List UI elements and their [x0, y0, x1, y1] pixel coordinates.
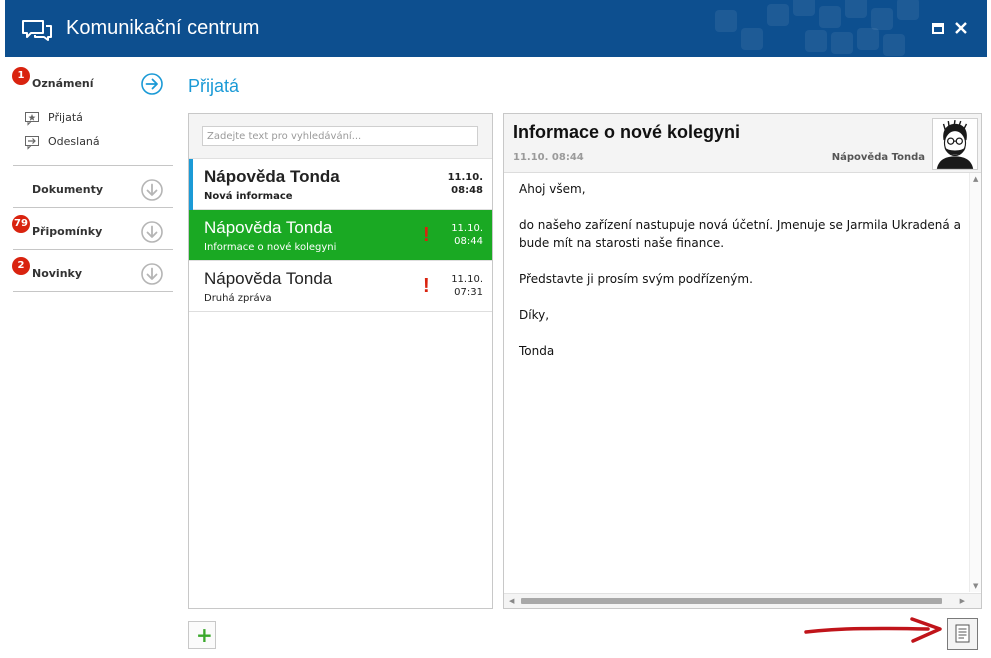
add-label: + [196, 623, 213, 647]
section-novinky[interactable]: 2 Novinky [12, 251, 173, 291]
vertical-scrollbar[interactable]: ▲ ▼ [969, 173, 981, 592]
message-row[interactable]: Nápověda Tonda Druhá zpráva ! 11.10. 07:… [189, 261, 492, 312]
sidebar: 1 Oznámení Přijatá Odeslaná Dokumenty 79… [0, 57, 180, 658]
message-row[interactable]: Nápověda Tonda Nová informace 11.10. 08:… [189, 159, 492, 210]
unread-indicator [189, 159, 193, 210]
folder-title: Přijatá [188, 76, 240, 96]
arrow-down-circle-icon[interactable] [141, 221, 163, 243]
priority-flag-icon: ! [423, 275, 430, 297]
scroll-up-icon[interactable]: ▲ [973, 175, 978, 183]
document-icon [955, 624, 970, 643]
section-dokumenty[interactable]: Dokumenty [13, 167, 173, 207]
chat-bubbles-icon [22, 20, 52, 41]
section-dokumenty-label: Dokumenty [32, 183, 104, 196]
search-bar [189, 114, 492, 159]
section-pripominky-header[interactable]: 79 Připomínky [12, 209, 173, 249]
message-sender: Nápověda Tonda [204, 218, 333, 237]
section-pripominky[interactable]: 79 Připomínky [12, 209, 173, 249]
divider [13, 291, 173, 292]
divider [13, 165, 173, 166]
body-paragraph: Představte ji prosím svým podřízeným. [519, 272, 753, 286]
message-subject: Druhá zpráva [204, 293, 272, 304]
close-icon[interactable] [953, 20, 969, 36]
message-time: 08:44 [454, 236, 483, 247]
message-title: Informace o nové kolegyni [513, 122, 741, 142]
annotation-arrow-icon [804, 617, 942, 643]
sidebar-item-prijata-label: Přijatá [48, 111, 83, 124]
search-input[interactable] [202, 126, 478, 146]
pripominky-badge: 79 [12, 215, 30, 233]
scroll-right-icon[interactable]: ▶ [960, 597, 965, 605]
section-oznameni-label: Oznámení [32, 77, 94, 90]
section-pripominky-label: Připomínky [32, 225, 103, 238]
message-date: 11.10. [447, 172, 483, 183]
title-bar-decoration [577, 0, 919, 57]
section-oznameni-header[interactable]: 1 Oznámení [12, 61, 173, 101]
message-date: 11.10. [451, 223, 483, 234]
message-sender: Nápověda Tonda [204, 269, 333, 288]
message-header: Informace o nové kolegyni 11.10. 08:44 N… [504, 114, 981, 173]
title-bar: Komunikační centrum [5, 0, 987, 57]
window-title: Komunikační centrum [66, 17, 260, 39]
arrow-right-circle-icon[interactable] [141, 73, 163, 95]
body-paragraph: Ahoj všem, [519, 182, 586, 196]
scroll-left-icon[interactable]: ◀ [509, 597, 514, 605]
maximize-icon[interactable] [930, 20, 946, 36]
section-novinky-label: Novinky [32, 267, 83, 280]
message-subject: Nová informace [204, 191, 293, 202]
message-from: Nápověda Tonda [831, 152, 925, 163]
scroll-thumb[interactable] [521, 598, 942, 604]
priority-flag-icon: ! [423, 224, 430, 246]
message-time: 08:48 [451, 185, 483, 196]
message-body: Ahoj všem, do našeho zařízení nastupuje … [519, 180, 964, 378]
novinky-badge: 2 [12, 257, 30, 275]
arrow-down-circle-icon[interactable] [141, 263, 163, 285]
reading-pane: Informace o nové kolegyni 11.10. 08:44 N… [503, 113, 982, 609]
message-row[interactable]: Nápověda Tonda Informace o nové kolegyni… [189, 210, 492, 261]
body-paragraph: Tonda [519, 344, 555, 358]
section-novinky-header[interactable]: 2 Novinky [12, 251, 173, 291]
inbox-star-icon [25, 112, 39, 126]
message-datetime: 11.10. 08:44 [513, 152, 584, 163]
body-paragraph: Díky, [519, 308, 550, 322]
divider [13, 249, 173, 250]
message-sender: Nápověda Tonda [204, 167, 340, 186]
add-button[interactable]: + [188, 621, 216, 649]
document-button[interactable] [947, 618, 978, 650]
section-dokumenty-header[interactable]: Dokumenty [13, 167, 173, 207]
scroll-down-icon[interactable]: ▼ [973, 582, 978, 590]
outbox-arrow-icon [25, 136, 39, 150]
message-time: 07:31 [454, 287, 483, 298]
message-date: 11.10. [451, 274, 483, 285]
sidebar-item-odeslana-label: Odeslaná [48, 135, 100, 148]
message-list: Nápověda Tonda Nová informace 11.10. 08:… [188, 113, 493, 609]
avatar [932, 118, 978, 170]
body-paragraph: do našeho zařízení nastupuje nová účetní… [519, 218, 961, 250]
horizontal-scrollbar[interactable]: ◀ ▶ [504, 593, 981, 608]
section-oznameni[interactable]: 1 Oznámení [12, 61, 173, 101]
message-subject: Informace o nové kolegyni [204, 242, 337, 253]
arrow-down-circle-icon[interactable] [141, 179, 163, 201]
divider [13, 207, 173, 208]
oznameni-badge: 1 [12, 67, 30, 85]
